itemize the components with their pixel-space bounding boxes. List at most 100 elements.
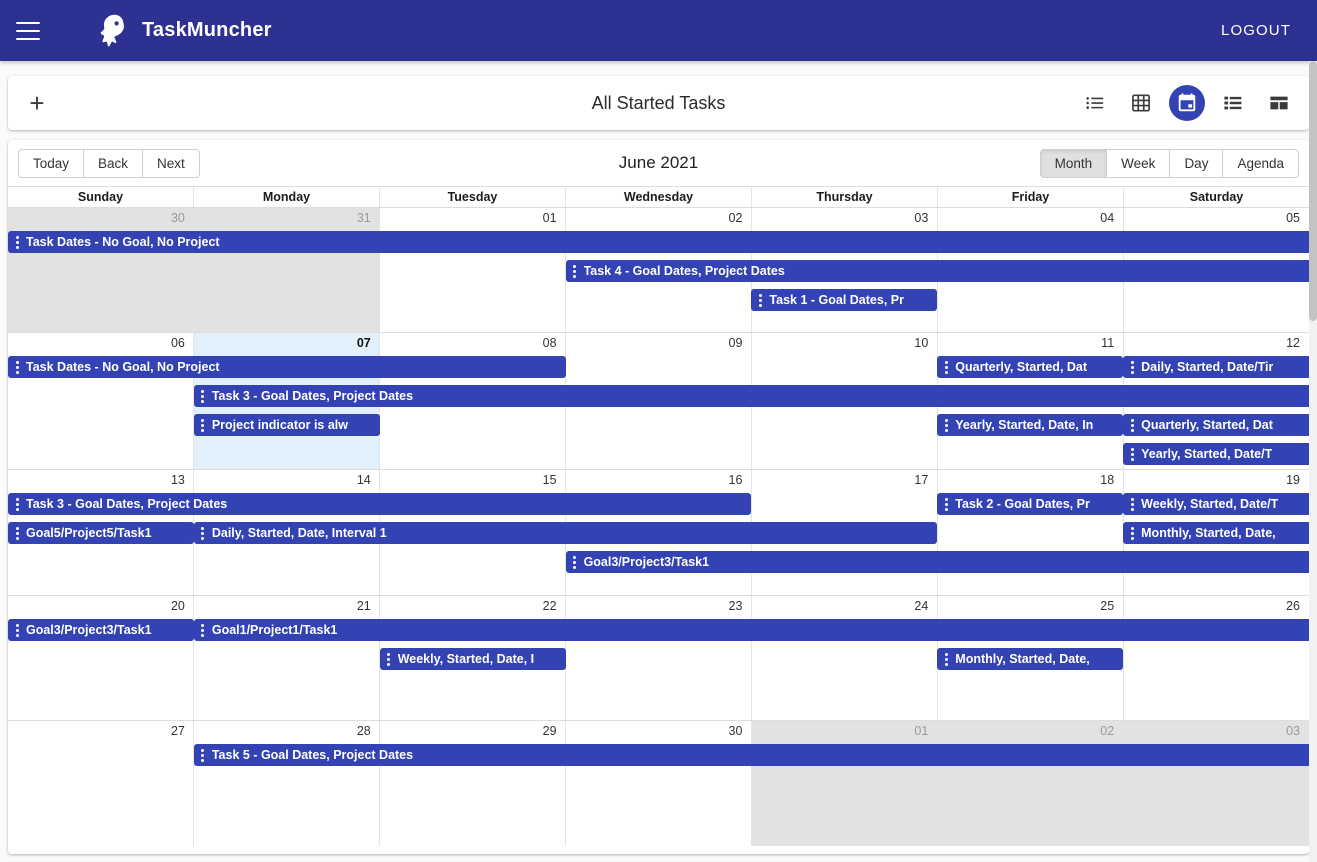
calendar-event[interactable]: Task 2 - Goal Dates, Pr xyxy=(937,493,1124,515)
grid-view-icon[interactable] xyxy=(1123,85,1159,121)
calendar-nav-back-button[interactable]: Back xyxy=(83,148,143,178)
calendar-event[interactable]: Goal1/Project1/Task1 xyxy=(193,619,1309,641)
hamburger-menu-icon[interactable] xyxy=(16,21,40,40)
calendar-view-week-button[interactable]: Week xyxy=(1106,148,1170,178)
list-view-icon[interactable] xyxy=(1077,85,1113,121)
date-number-11[interactable]: 11 xyxy=(937,333,1123,354)
calendar-event[interactable]: Weekly, Started, Date/T xyxy=(1123,493,1309,515)
drag-handle-icon[interactable] xyxy=(10,358,24,376)
date-number-22[interactable]: 22 xyxy=(380,596,566,617)
calendar-view-day-button[interactable]: Day xyxy=(1169,148,1223,178)
date-number-19[interactable]: 19 xyxy=(1123,470,1309,491)
date-number-03[interactable]: 03 xyxy=(1123,721,1309,742)
date-number-05[interactable]: 05 xyxy=(1123,208,1309,229)
drag-handle-icon[interactable] xyxy=(1125,416,1139,434)
calendar-view-icon[interactable] xyxy=(1169,85,1205,121)
drag-handle-icon[interactable] xyxy=(10,621,24,639)
date-number-30[interactable]: 30 xyxy=(8,208,194,229)
drag-handle-icon[interactable] xyxy=(196,746,210,764)
calendar-event[interactable]: Yearly, Started, Date/T xyxy=(1123,443,1309,465)
drag-handle-icon[interactable] xyxy=(753,291,767,309)
add-task-button[interactable]: + xyxy=(17,83,57,123)
date-number-21[interactable]: 21 xyxy=(194,596,380,617)
scrollbar-thumb[interactable] xyxy=(1309,61,1317,321)
date-number-02[interactable]: 02 xyxy=(937,721,1123,742)
date-number-24[interactable]: 24 xyxy=(751,596,937,617)
date-number-28[interactable]: 28 xyxy=(194,721,380,742)
drag-handle-icon[interactable] xyxy=(196,416,210,434)
drag-handle-icon[interactable] xyxy=(1125,524,1139,542)
calendar-event[interactable]: Goal3/Project3/Task1 xyxy=(8,619,194,641)
date-number-31[interactable]: 31 xyxy=(194,208,380,229)
calendar-event[interactable]: Task 3 - Goal Dates, Project Dates xyxy=(8,493,752,515)
date-number-15[interactable]: 15 xyxy=(380,470,566,491)
calendar-event[interactable]: Task 1 - Goal Dates, Pr xyxy=(751,289,938,311)
calendar-event[interactable]: Task 5 - Goal Dates, Project Dates xyxy=(193,744,1309,766)
date-number-09[interactable]: 09 xyxy=(566,333,752,354)
date-number-04[interactable]: 04 xyxy=(937,208,1123,229)
calendar-event[interactable]: Monthly, Started, Date, xyxy=(937,648,1124,670)
calendar-event[interactable]: Daily, Started, Date/Tir xyxy=(1123,356,1309,378)
calendar-event[interactable]: Goal5/Project5/Task1 xyxy=(8,522,194,544)
date-number-30[interactable]: 30 xyxy=(566,721,752,742)
date-number-20[interactable]: 20 xyxy=(8,596,194,617)
calendar-event[interactable]: Project indicator is alw xyxy=(193,414,380,436)
calendar-view-month-button[interactable]: Month xyxy=(1039,148,1107,178)
date-number-25[interactable]: 25 xyxy=(937,596,1123,617)
date-number-07[interactable]: 07 xyxy=(194,333,380,354)
calendar-event[interactable]: Task 4 - Goal Dates, Project Dates xyxy=(565,260,1309,282)
date-number-01[interactable]: 01 xyxy=(751,721,937,742)
date-number-27[interactable]: 27 xyxy=(8,721,194,742)
calendar-event[interactable]: Weekly, Started, Date, I xyxy=(379,648,566,670)
date-number-10[interactable]: 10 xyxy=(751,333,937,354)
calendar-event[interactable]: Task Dates - No Goal, No Project xyxy=(8,356,566,378)
board-view-icon[interactable] xyxy=(1261,85,1297,121)
date-number-12[interactable]: 12 xyxy=(1123,333,1309,354)
drag-handle-icon[interactable] xyxy=(939,495,953,513)
date-number-29[interactable]: 29 xyxy=(380,721,566,742)
drag-handle-icon[interactable] xyxy=(10,233,24,251)
date-number-01[interactable]: 01 xyxy=(380,208,566,229)
drag-handle-icon[interactable] xyxy=(196,621,210,639)
logout-button[interactable]: LOGOUT xyxy=(1213,16,1299,45)
drag-handle-icon[interactable] xyxy=(10,524,24,542)
calendar-nav-next-button[interactable]: Next xyxy=(142,148,200,178)
drag-handle-icon[interactable] xyxy=(939,650,953,668)
date-number-18[interactable]: 18 xyxy=(937,470,1123,491)
date-number-06[interactable]: 06 xyxy=(8,333,194,354)
detail-list-view-icon[interactable] xyxy=(1215,85,1251,121)
date-number-02[interactable]: 02 xyxy=(566,208,752,229)
calendar-event[interactable]: Daily, Started, Date, Interval 1 xyxy=(193,522,938,544)
calendar-event[interactable]: Task Dates - No Goal, No Project xyxy=(8,231,1309,253)
date-number-17[interactable]: 17 xyxy=(751,470,937,491)
date-number-13[interactable]: 13 xyxy=(8,470,194,491)
date-number-23[interactable]: 23 xyxy=(566,596,752,617)
calendar-view-agenda-button[interactable]: Agenda xyxy=(1222,148,1299,178)
event-title: Daily, Started, Date, Interval 1 xyxy=(211,526,387,540)
drag-handle-icon[interactable] xyxy=(939,358,953,376)
drag-handle-icon[interactable] xyxy=(196,387,210,405)
calendar-event[interactable]: Goal3/Project3/Task1 xyxy=(565,551,1309,573)
calendar-nav-today-button[interactable]: Today xyxy=(18,148,84,178)
drag-handle-icon[interactable] xyxy=(10,495,24,513)
day-header-tuesday: Tuesday xyxy=(380,187,566,207)
calendar-event[interactable]: Task 3 - Goal Dates, Project Dates xyxy=(193,385,1309,407)
date-number-14[interactable]: 14 xyxy=(194,470,380,491)
drag-handle-icon[interactable] xyxy=(382,650,396,668)
drag-handle-icon[interactable] xyxy=(1125,358,1139,376)
drag-handle-icon[interactable] xyxy=(568,262,582,280)
drag-handle-icon[interactable] xyxy=(196,524,210,542)
calendar-event[interactable]: Quarterly, Started, Dat xyxy=(937,356,1124,378)
drag-handle-icon[interactable] xyxy=(1125,445,1139,463)
drag-handle-icon[interactable] xyxy=(939,416,953,434)
drag-handle-icon[interactable] xyxy=(568,553,582,571)
page-scrollbar[interactable] xyxy=(1309,61,1317,862)
drag-handle-icon[interactable] xyxy=(1125,495,1139,513)
calendar-event[interactable]: Quarterly, Started, Dat xyxy=(1123,414,1309,436)
date-number-26[interactable]: 26 xyxy=(1123,596,1309,617)
calendar-event[interactable]: Yearly, Started, Date, In xyxy=(937,414,1124,436)
calendar-event[interactable]: Monthly, Started, Date, xyxy=(1123,522,1309,544)
date-number-08[interactable]: 08 xyxy=(380,333,566,354)
date-number-03[interactable]: 03 xyxy=(751,208,937,229)
date-number-16[interactable]: 16 xyxy=(566,470,752,491)
